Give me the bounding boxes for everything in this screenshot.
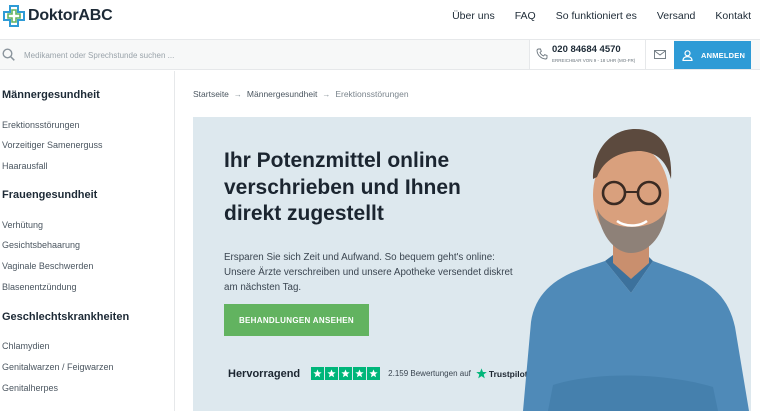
star-icon	[367, 367, 381, 380]
logo-cross-icon	[3, 5, 25, 27]
login-button[interactable]: ANMELDEN	[674, 41, 751, 69]
sidebar-item-hair-loss[interactable]: Haarausfall	[2, 161, 48, 171]
hero-banner: Ihr Potenzmittel online verschrieben und…	[193, 117, 751, 411]
sidebar-item-cystitis[interactable]: Blasenentzündung	[2, 282, 77, 292]
category-title-std[interactable]: Geschlechtskrankheiten	[2, 311, 129, 323]
breadcrumb: Startseite → Männergesundheit → Erektion…	[193, 89, 409, 99]
star-icon	[353, 367, 367, 380]
top-navigation-bar: DoktorABC Über uns FAQ So funktioniert e…	[0, 0, 760, 40]
doctor-photo	[523, 129, 749, 411]
category-title-womens-health[interactable]: Frauengesundheit	[2, 189, 97, 201]
user-icon	[682, 49, 693, 61]
nav-link-how-it-works[interactable]: So funktioniert es	[556, 10, 637, 22]
trustpilot-star-icon	[476, 368, 487, 379]
search-input[interactable]	[24, 46, 504, 64]
nav-link-shipping[interactable]: Versand	[657, 10, 696, 22]
rating-stars	[311, 367, 381, 380]
search-bar-row: 020 84684 4570 ERREICHBAR VON 9 - 18 UHR…	[0, 40, 760, 70]
rating-label: Hervorragend	[228, 367, 301, 380]
star-icon	[311, 367, 325, 380]
phone-hours: ERREICHBAR VON 9 - 18 UHR (MO-FR)	[552, 58, 636, 63]
hero-title: Ihr Potenzmittel online verschrieben und…	[224, 149, 461, 225]
search-icon[interactable]	[2, 48, 15, 61]
category-title-mens-health[interactable]: Männergesundheit	[2, 89, 100, 101]
star-icon	[339, 367, 353, 380]
sidebar-item-contraception[interactable]: Verhütung	[2, 220, 43, 230]
hero-description: Ersparen Sie sich Zeit und Aufwand. So b…	[224, 252, 513, 293]
breadcrumb-separator: →	[322, 89, 331, 99]
phone-number: 020 84684 4570	[552, 44, 621, 55]
mail-icon	[654, 50, 666, 59]
main-nav: Über uns FAQ So funktioniert es Versand …	[442, 0, 760, 32]
brand-name: DoktorABC	[28, 7, 113, 24]
login-label: ANMELDEN	[701, 50, 746, 60]
sidebar-item-genital-warts[interactable]: Genitalwarzen / Feigwarzen	[2, 362, 114, 372]
breadcrumb-current: Erektionsstörungen	[335, 89, 409, 99]
sidebar-item-premature-ejaculation[interactable]: Vorzeitiger Samenerguss	[2, 140, 103, 150]
breadcrumb-mens-health[interactable]: Männergesundheit	[247, 89, 317, 99]
review-count: 2.159 Bewertungen auf	[388, 369, 471, 378]
breadcrumb-home[interactable]: Startseite	[193, 89, 229, 99]
sidebar-item-vaginal-complaints[interactable]: Vaginale Beschwerden	[2, 261, 93, 271]
sidebar-item-chlamydia[interactable]: Chlamydien	[2, 341, 50, 351]
category-sidebar: Männergesundheit Erektionsstörungen Vorz…	[0, 71, 175, 411]
breadcrumb-separator: →	[233, 89, 242, 99]
mail-button[interactable]	[646, 40, 674, 69]
trustpilot-rating[interactable]: Hervorragend 2.159 Bewertungen auf Trust…	[228, 367, 528, 380]
phone-contact[interactable]: 020 84684 4570 ERREICHBAR VON 9 - 18 UHR…	[529, 40, 646, 69]
nav-link-about[interactable]: Über uns	[452, 10, 495, 22]
star-icon	[325, 367, 339, 380]
phone-icon	[536, 48, 548, 60]
sidebar-item-facial-hair[interactable]: Gesichtsbehaarung	[2, 240, 80, 250]
view-treatments-button[interactable]: BEHANDLUNGEN ANSEHEN	[224, 304, 369, 336]
nav-link-contact[interactable]: Kontakt	[715, 10, 751, 22]
nav-link-faq[interactable]: FAQ	[515, 10, 536, 22]
sidebar-item-erectile-dysfunction[interactable]: Erektionsstörungen	[2, 120, 80, 130]
sidebar-item-genital-herpes[interactable]: Genitalherpes	[2, 383, 58, 393]
logo[interactable]: DoktorABC	[3, 5, 113, 27]
